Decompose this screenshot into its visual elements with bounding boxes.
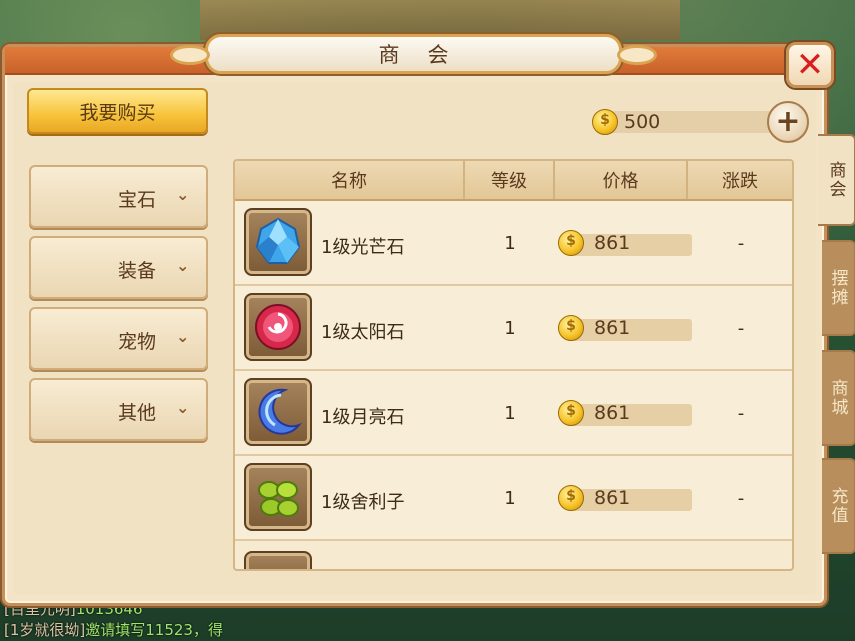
plaque-ornament (617, 45, 657, 65)
category-label: 装备 (117, 260, 156, 282)
price-track (572, 319, 692, 341)
red-sun-gem-icon (255, 304, 301, 350)
plaque-ornament (170, 45, 210, 65)
blue-moon-gem-icon (258, 388, 302, 435)
close-icon: ✕ (795, 45, 825, 85)
item-change: - (737, 488, 745, 509)
add-currency-button[interactable]: + (767, 101, 809, 143)
blue-crystal-gem-icon (255, 217, 301, 264)
window-title: 商会 (378, 43, 477, 67)
item-change: - (737, 318, 745, 339)
tab-shanghui[interactable]: 商会 (818, 134, 855, 226)
buy-button[interactable]: 我要购买 (27, 88, 208, 134)
gold-coin-icon (558, 485, 584, 511)
item-level: 1 (504, 318, 516, 339)
item-slot[interactable] (244, 208, 312, 276)
chat-channel: [1岁就很坳] (4, 621, 86, 639)
chevron-down-icon: ⌄ (176, 256, 190, 275)
table-row[interactable]: 1级太阳石 1 861 - (235, 286, 792, 371)
item-name: 1级光芒石 (321, 237, 405, 258)
item-name: 1级舍利子 (321, 492, 405, 513)
price-value: 861 (594, 232, 631, 254)
category-gems[interactable]: 宝石 ⌄ (29, 165, 208, 228)
column-header-name[interactable]: 名称 (235, 161, 465, 199)
item-slot[interactable] (244, 293, 312, 361)
item-table: 名称 等级 价格 涨跌 1级光芒石 1 861 - (233, 159, 794, 571)
gold-coin-icon (558, 400, 584, 426)
category-pets[interactable]: 宠物 ⌄ (29, 307, 208, 370)
tab-chongzhi[interactable]: 充值 (822, 458, 855, 554)
item-level: 1 (504, 233, 516, 254)
table-row[interactable]: 1级舍利子 1 861 - (235, 456, 792, 541)
item-slot[interactable] (244, 378, 312, 446)
item-slot-partial[interactable] (244, 551, 312, 569)
table-row[interactable]: 1级光芒石 1 861 - (235, 201, 792, 286)
chat-text: 邀请填写11523，得 (85, 621, 223, 639)
table-row[interactable]: 1级月亮石 1 861 - (235, 371, 792, 456)
item-name: 1级太阳石 (321, 322, 405, 343)
item-change: - (737, 233, 745, 254)
gold-coin-icon (592, 109, 618, 135)
tab-baitan[interactable]: 摆摊 (822, 240, 855, 336)
green-relic-gem-icon (258, 481, 299, 517)
chevron-down-icon: ⌄ (176, 327, 190, 346)
item-price: 861 (558, 230, 692, 258)
item-change: - (737, 403, 745, 424)
column-header-price[interactable]: 价格 (555, 161, 688, 199)
price-track (572, 234, 692, 256)
column-header-change[interactable]: 涨跌 (688, 161, 792, 199)
price-value: 861 (594, 402, 631, 424)
price-track (572, 404, 692, 426)
item-price: 861 (558, 315, 692, 343)
title-plaque: 商会 (170, 34, 657, 74)
item-name: 1级月亮石 (321, 407, 405, 428)
currency-amount: 500 (624, 111, 661, 133)
chat-line: [1岁就很坳]邀请填写11523，得 (4, 620, 404, 641)
currency-display: 500 (592, 108, 782, 136)
category-other[interactable]: 其他 ⌄ (29, 378, 208, 441)
table-header: 名称 等级 价格 涨跌 (235, 161, 792, 201)
item-level: 1 (504, 403, 516, 424)
column-header-level[interactable]: 等级 (465, 161, 555, 199)
price-track (572, 489, 692, 511)
chevron-down-icon: ⌄ (176, 398, 190, 417)
category-label: 其他 (117, 402, 156, 424)
item-level: 1 (504, 488, 516, 509)
chevron-down-icon: ⌄ (176, 185, 190, 204)
category-label: 宠物 (117, 331, 156, 353)
item-price: 861 (558, 400, 692, 428)
item-price: 861 (558, 485, 692, 513)
tab-shangcheng[interactable]: 商城 (822, 350, 855, 446)
gold-coin-icon (558, 230, 584, 256)
gold-coin-icon (558, 315, 584, 341)
category-label: 宝石 (117, 189, 156, 211)
item-slot[interactable] (244, 463, 312, 531)
price-value: 861 (594, 487, 631, 509)
close-button[interactable]: ✕ (786, 42, 834, 88)
price-value: 861 (594, 317, 631, 339)
category-equipment[interactable]: 装备 ⌄ (29, 236, 208, 299)
